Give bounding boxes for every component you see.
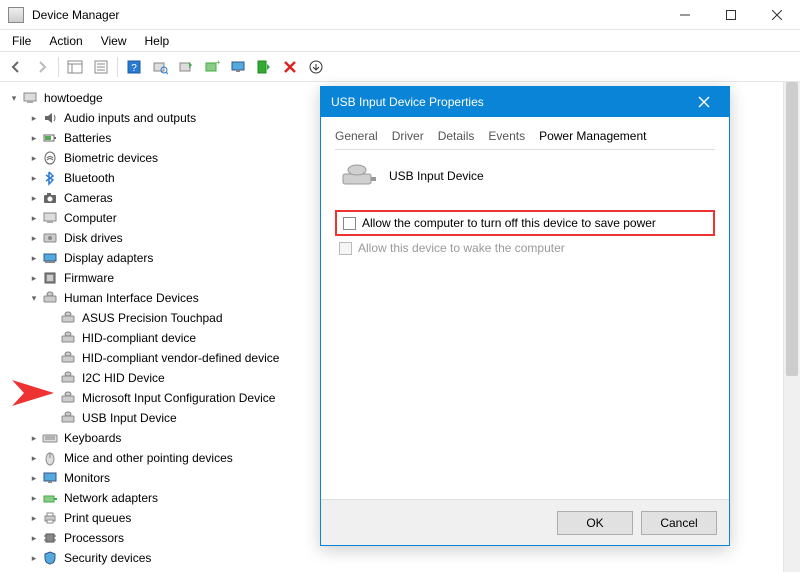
allow-wake-checkbox-row: Allow this device to wake the computer	[335, 238, 715, 258]
keyboard-icon	[42, 430, 58, 446]
checkbox-unchecked-icon[interactable]	[343, 217, 356, 230]
printer-icon	[42, 510, 58, 526]
help-toolbar-button[interactable]: ?	[122, 55, 146, 79]
camera-icon	[42, 190, 58, 206]
menu-file[interactable]: File	[4, 32, 39, 50]
dialog-title: USB Input Device Properties	[331, 95, 689, 109]
device-name-label: USB Input Device	[389, 169, 484, 183]
titlebar: Device Manager	[0, 0, 800, 30]
dialog-close-button[interactable]	[689, 87, 719, 117]
allow-wake-label: Allow this device to wake the computer	[358, 241, 565, 255]
highlight-box: Allow the computer to turn off this devi…	[335, 210, 715, 236]
app-icon	[8, 7, 24, 23]
dialog-titlebar[interactable]: USB Input Device Properties	[321, 87, 729, 117]
menu-help[interactable]: Help	[137, 32, 178, 50]
separator	[58, 57, 59, 77]
show-hide-tree-button[interactable]	[63, 55, 87, 79]
forward-button[interactable]	[30, 55, 54, 79]
separator	[117, 57, 118, 77]
hid-device-icon	[60, 350, 76, 366]
properties-toolbar-button[interactable]	[89, 55, 113, 79]
dialog-footer: OK Cancel	[321, 499, 729, 545]
more-button[interactable]	[304, 55, 328, 79]
cancel-button[interactable]: Cancel	[641, 511, 717, 535]
close-button[interactable]	[754, 0, 800, 30]
collapse-icon[interactable]: ▾	[28, 292, 40, 304]
tab-strip: General Driver Details Events Power Mana…	[335, 127, 715, 150]
scrollbar-thumb[interactable]	[786, 82, 798, 376]
expand-icon[interactable]: ▸	[28, 212, 40, 224]
menubar: File Action View Help	[0, 30, 800, 52]
add-legacy-hw-button[interactable]: +	[200, 55, 224, 79]
tree-item[interactable]: ▸Security devices	[0, 548, 800, 568]
device-header: USB Input Device	[341, 162, 715, 190]
enable-device-button[interactable]	[252, 55, 276, 79]
tab-details[interactable]: Details	[438, 127, 475, 145]
toolbar: ? +	[0, 52, 800, 82]
allow-power-off-label: Allow the computer to turn off this devi…	[362, 216, 656, 230]
audio-icon	[42, 110, 58, 126]
computer-icon	[22, 90, 38, 106]
monitor-icon	[42, 470, 58, 486]
properties-dialog: USB Input Device Properties General Driv…	[320, 86, 730, 546]
tab-events[interactable]: Events	[488, 127, 525, 145]
expand-icon[interactable]: ▸	[28, 512, 40, 524]
allow-power-off-checkbox-row[interactable]: Allow the computer to turn off this devi…	[339, 213, 711, 233]
expand-icon[interactable]: ▸	[28, 232, 40, 244]
menu-view[interactable]: View	[93, 32, 135, 50]
menu-action[interactable]: Action	[41, 32, 90, 50]
processor-icon	[42, 530, 58, 546]
display-adapter-icon	[42, 250, 58, 266]
scan-hardware-button[interactable]	[148, 55, 172, 79]
expand-icon[interactable]: ▸	[28, 152, 40, 164]
battery-icon	[42, 130, 58, 146]
maximize-button[interactable]	[708, 0, 754, 30]
expand-icon[interactable]: ▸	[28, 472, 40, 484]
expand-icon[interactable]: ▸	[28, 432, 40, 444]
biometric-icon	[42, 150, 58, 166]
expand-icon[interactable]: ▸	[28, 452, 40, 464]
back-button[interactable]	[4, 55, 28, 79]
expand-icon[interactable]: ▸	[28, 252, 40, 264]
hid-device-icon	[60, 310, 76, 326]
expand-icon[interactable]: ▸	[28, 532, 40, 544]
checkbox-disabled-icon	[339, 242, 352, 255]
expand-icon[interactable]: ▸	[28, 492, 40, 504]
monitor-button[interactable]	[226, 55, 250, 79]
security-icon	[42, 550, 58, 566]
vertical-scrollbar[interactable]	[783, 82, 800, 572]
firmware-icon	[42, 270, 58, 286]
mouse-icon	[42, 450, 58, 466]
hid-device-icon	[60, 390, 76, 406]
ok-button[interactable]: OK	[557, 511, 633, 535]
computer-icon	[42, 210, 58, 226]
hid-icon	[42, 290, 58, 306]
tab-driver[interactable]: Driver	[392, 127, 424, 145]
disk-icon	[42, 230, 58, 246]
tab-general[interactable]: General	[335, 127, 378, 145]
expand-icon[interactable]: ▸	[28, 552, 40, 564]
tree-item[interactable]: ▸Software components	[0, 568, 800, 572]
hid-device-icon	[60, 410, 76, 426]
expand-icon[interactable]: ▸	[28, 192, 40, 204]
device-icon	[341, 162, 377, 190]
hid-device-icon	[60, 330, 76, 346]
svg-text:+: +	[216, 59, 220, 67]
update-driver-button[interactable]	[174, 55, 198, 79]
uninstall-device-button[interactable]	[278, 55, 302, 79]
hid-device-icon	[60, 370, 76, 386]
tab-power-management[interactable]: Power Management	[539, 127, 646, 145]
tree-root-label: howtoedge	[44, 91, 103, 105]
svg-text:?: ?	[131, 63, 137, 74]
expand-icon[interactable]: ▸	[28, 112, 40, 124]
bluetooth-icon	[42, 170, 58, 186]
expand-icon[interactable]: ▸	[28, 132, 40, 144]
dialog-body: General Driver Details Events Power Mana…	[321, 117, 729, 499]
expand-icon[interactable]: ▸	[28, 172, 40, 184]
collapse-icon[interactable]: ▾	[8, 92, 20, 104]
expand-icon[interactable]: ▸	[28, 272, 40, 284]
window-title: Device Manager	[32, 8, 662, 22]
minimize-button[interactable]	[662, 0, 708, 30]
network-icon	[42, 490, 58, 506]
